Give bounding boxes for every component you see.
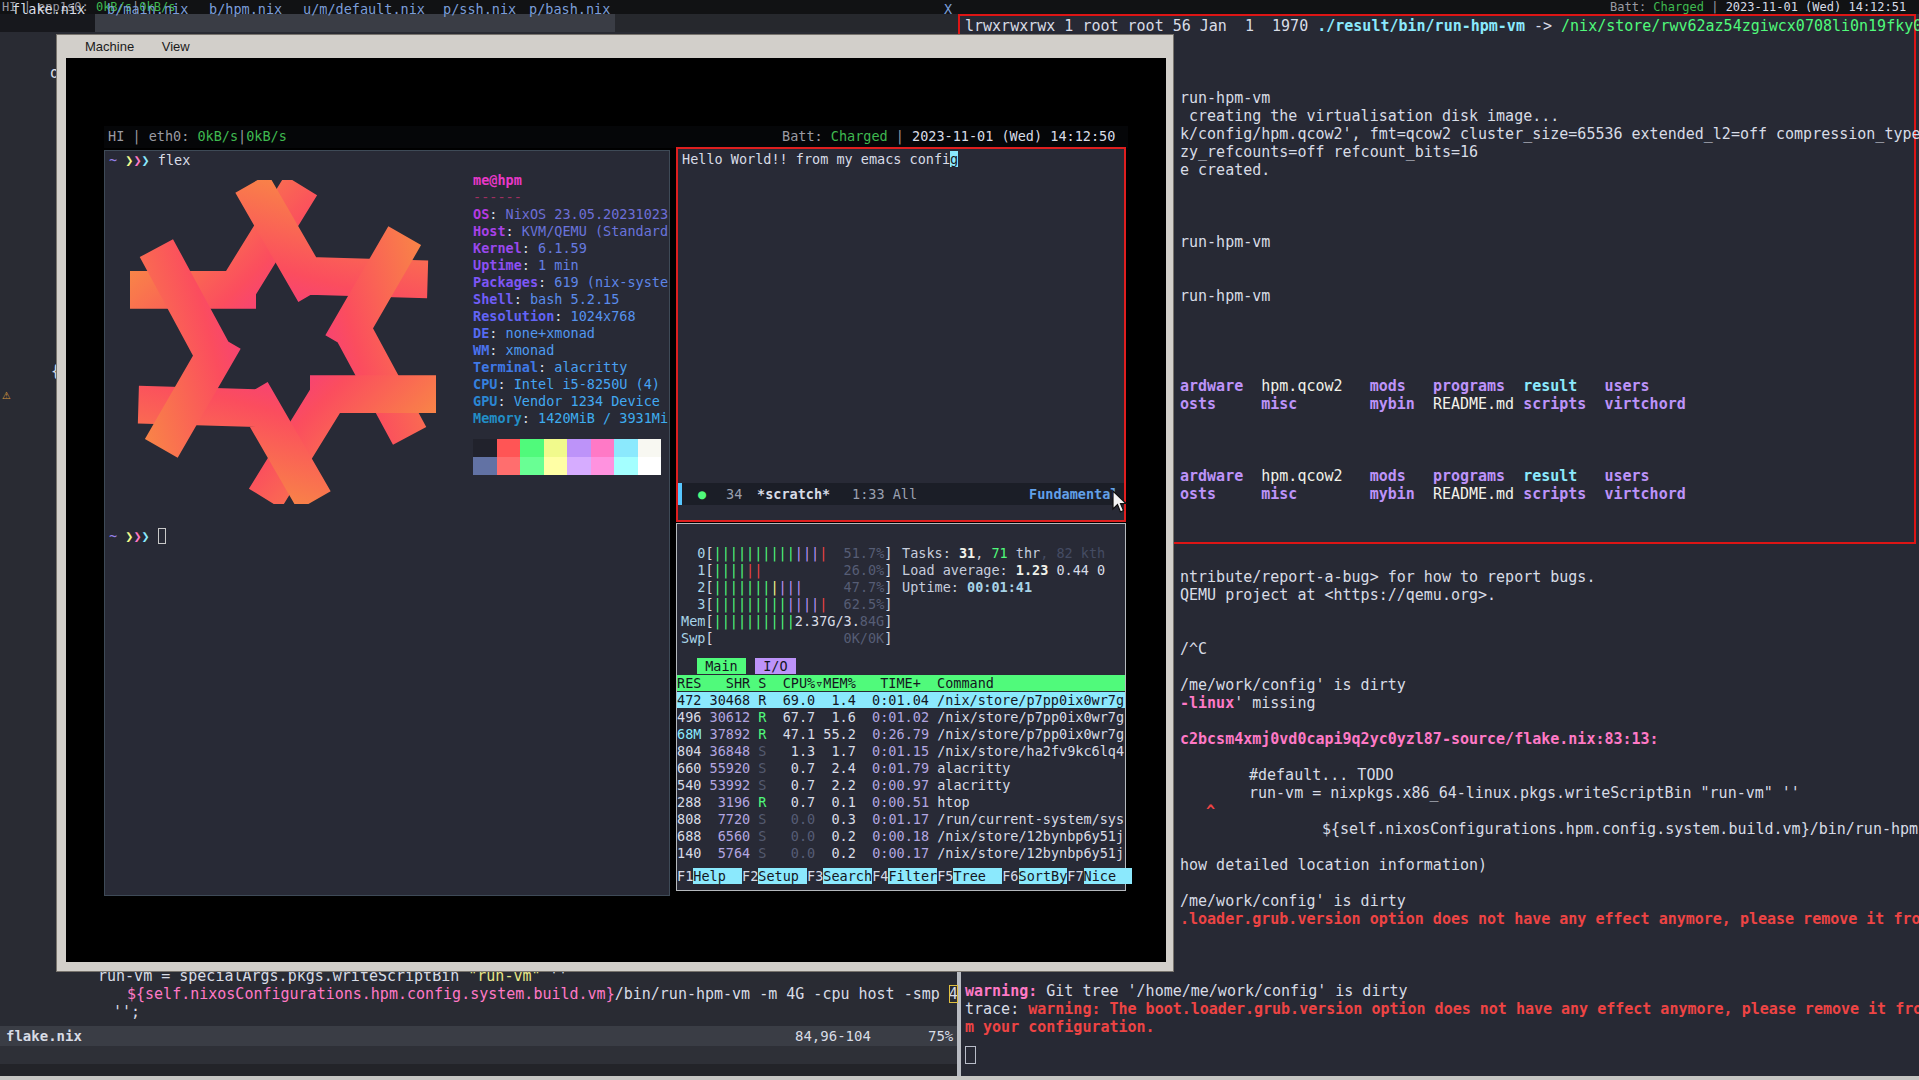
terminal-line: Memory: 1420MiB / 3931Mi bbox=[473, 410, 668, 426]
terminal-line: Tasks: 31, 71 thr, 82 kth bbox=[902, 545, 1105, 561]
terminal-line: Uptime: 1 min bbox=[473, 257, 579, 273]
terminal-line: OS: NixOS 23.05.20231023 bbox=[473, 206, 668, 222]
terminal-line: CPU: Intel i5-8250U (4) bbox=[473, 376, 660, 392]
mouse-cursor bbox=[1112, 490, 1130, 516]
terminal-line: Hello World!! from my emacs config bbox=[682, 151, 958, 167]
terminal-line: Packages: 619 (nix-syste bbox=[473, 274, 668, 290]
terminal-line: ------ bbox=[473, 189, 522, 205]
terminal-line: 0[|||||||||||||| 51.7%] bbox=[681, 545, 892, 561]
terminal-line: ● bbox=[698, 486, 706, 502]
terminal-line: 688 6560 S 0.0 0.2 0:00.18 /nix/store/12… bbox=[677, 828, 1124, 844]
terminal-line: WM: xmonad bbox=[473, 342, 554, 358]
terminal-line: 68M 37892 R 47.1 55.2 0:26.79 /nix/store… bbox=[677, 726, 1124, 742]
terminal-line: 140 5764 S 0.0 0.2 0:00.17 /nix/store/12… bbox=[677, 845, 1124, 861]
terminal-line: Batt: Charged | 2023-11-01 (Wed) 14:12:5… bbox=[782, 128, 1115, 144]
terminal-line: HI | eth0: 0kB/s|0kB/s bbox=[108, 128, 287, 144]
terminal-line: Load average: 1.23 0.44 0 bbox=[902, 562, 1105, 578]
terminal-line: Shell: bash 5.2.15 bbox=[473, 291, 619, 307]
terminal-line: 1:33 All bbox=[852, 486, 917, 502]
terminal-line: 3[|||||||||||||| 62.5%] bbox=[681, 596, 892, 612]
terminal-line: Mem[||||||||||2.37G/3.84G] bbox=[681, 613, 892, 629]
terminal-line: Host: KVM/QEMU (Standard bbox=[473, 223, 668, 239]
terminal-line: Terminal: alacritty bbox=[473, 359, 627, 375]
terminal-line: 472 30468 R 69.0 1.4 0:01.04 /nix/store/… bbox=[677, 692, 1125, 708]
htop-tab-io[interactable]: I/O bbox=[755, 658, 796, 674]
terminal-line: 2[||||||||||| 47.7%] bbox=[681, 579, 892, 595]
terminal-line: 34 bbox=[726, 486, 742, 502]
terminal-line: 808 7720 S 0.0 0.3 0:01.17 /run/current-… bbox=[677, 811, 1124, 827]
terminal-line: ~ ❯❯❯ flex bbox=[109, 152, 190, 168]
terminal-line: g bbox=[950, 151, 958, 167]
terminal-line: 804 36848 S 1.3 1.7 0:01.15 /nix/store/h… bbox=[677, 743, 1124, 759]
htop-tab-main[interactable]: Main bbox=[697, 658, 746, 674]
terminal-line: Swp[ 0K/0K] bbox=[681, 630, 892, 646]
terminal-line: 496 30612 R 67.7 1.6 0:01.02 /nix/store/… bbox=[677, 709, 1124, 725]
terminal-line: 660 55920 S 0.7 2.4 0:01.79 alacritty bbox=[677, 760, 1010, 776]
terminal-line: me@hpm bbox=[473, 172, 522, 188]
terminal-line: Resolution: 1024x768 bbox=[473, 308, 636, 324]
terminal-line: GPU: Vendor 1234 Device bbox=[473, 393, 660, 409]
terminal-line: 1[|||||| 26.0%] bbox=[681, 562, 892, 578]
htop-function-keys[interactable]: F1Help F2Setup F3SearchF4FilterF5Tree F6… bbox=[677, 868, 1132, 884]
terminal-line: ~ ❯❯❯ bbox=[109, 528, 166, 544]
terminal-line: RES SHR S CPU%▿MEM% TIME+ Command bbox=[677, 675, 1125, 691]
terminal-line: 288 3196 R 0.7 0.1 0:00.51 htop bbox=[677, 794, 970, 810]
terminal-line: DE: none+xmonad bbox=[473, 325, 595, 341]
vm-text-layer: HI | eth0: 0kB/s|0kB/s Batt: Charged | 20… bbox=[0, 0, 1919, 1080]
terminal-line: Fundamental bbox=[1029, 486, 1118, 502]
terminal-line: Kernel: 6.1.59 bbox=[473, 240, 587, 256]
terminal-line: Uptime: 00:01:41 bbox=[902, 579, 1032, 595]
terminal-line: 540 53992 S 0.7 2.2 0:00.97 alacritty bbox=[677, 777, 1010, 793]
terminal-line: *scratch* bbox=[757, 486, 830, 502]
